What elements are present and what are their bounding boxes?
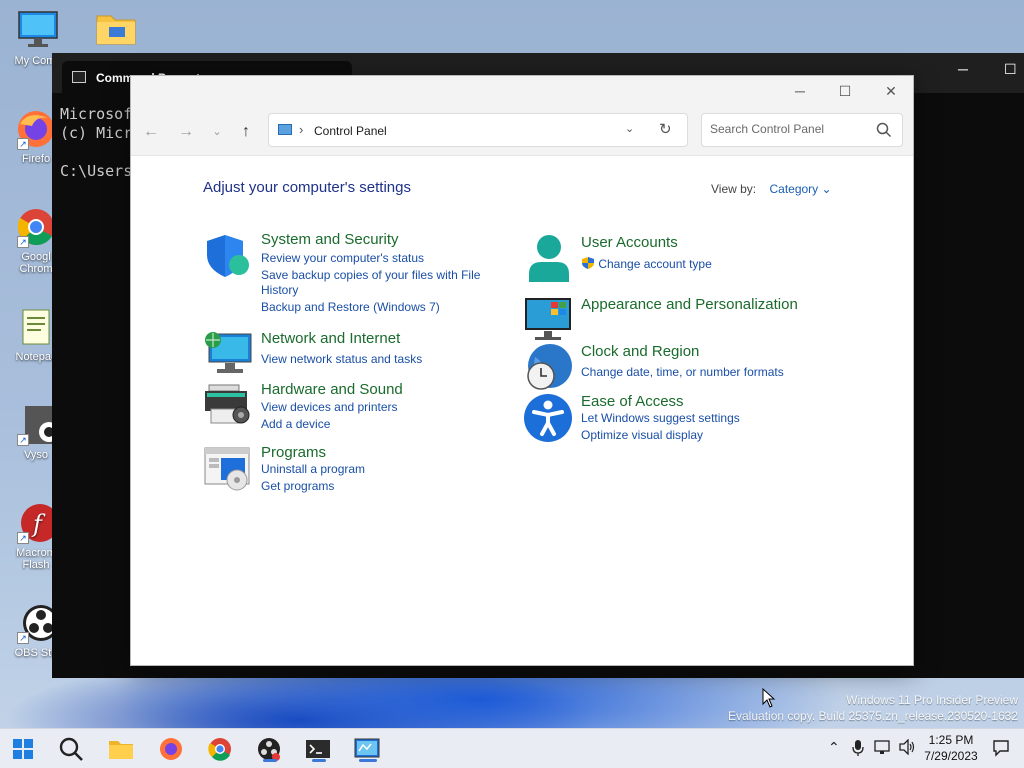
view-by-dropdown[interactable]: Category ⌄ [769,182,831,196]
close-button[interactable]: ✕ [876,80,906,102]
link-change-account-type[interactable]: Change account type [581,256,712,272]
address-path: Control Panel [314,124,387,138]
obs-icon[interactable] [255,735,285,763]
control-panel-icon [278,124,292,135]
search-icon[interactable] [876,122,892,141]
cmd-icon [72,71,86,83]
shortcut-arrow-icon: ↗ [17,434,29,446]
view-by-label: View by: [711,182,757,196]
address-dropdown-icon[interactable]: ⌄ [625,122,634,135]
link-backup-restore[interactable]: Backup and Restore (Windows 7) [261,300,440,315]
desktop-icon-folder[interactable] [84,10,148,55]
link-devices-printers[interactable]: View devices and printers [261,400,398,415]
accessibility-icon [523,393,573,443]
maximize-button[interactable]: ☐ [830,80,860,102]
shield-icon [203,231,253,281]
category-title[interactable]: User Accounts [581,234,678,251]
maximize-icon[interactable]: ☐ [1004,61,1017,78]
link-add-device[interactable]: Add a device [261,417,330,432]
category-title[interactable]: Clock and Region [581,343,699,360]
minimize-button[interactable]: ─ [785,80,815,102]
link-save-backup[interactable]: Save backup copies of your files with Fi… [261,268,480,283]
link-optimize-display[interactable]: Optimize visual display [581,428,703,443]
link-get-programs[interactable]: Get programs [261,479,334,494]
address-bar[interactable]: › Control Panel ⌄ ↻ [268,113,688,147]
category-title[interactable]: Ease of Access [581,393,684,410]
clock-date: 7/29/2023 [924,749,978,763]
clock-globe-icon [523,343,573,393]
minimize-icon[interactable]: ─ [958,61,968,77]
shortcut-arrow-icon: ↗ [17,138,29,150]
category-title[interactable]: Programs [261,444,326,461]
navigation-bar: ← → ⌄ ↑ › Control Panel ⌄ ↻ [131,106,913,156]
watermark-edition: Windows 11 Pro Insider Preview [846,693,1018,707]
link-network-status[interactable]: View network status and tasks [261,352,422,367]
link-review-status[interactable]: Review your computer's status [261,251,424,266]
chrome-icon: ↗ [15,206,57,248]
running-indicator [263,759,277,762]
category-title[interactable]: System and Security [261,231,399,248]
shortcut-arrow-icon: ↗ [17,532,29,544]
running-indicator [359,759,377,762]
taskbar: ⌃ 1:25 PM 7/29/2023 [0,728,1024,768]
uac-shield-icon [581,257,598,271]
microphone-icon[interactable] [852,739,864,760]
clock-time: 1:25 PM [928,733,974,747]
chrome-icon[interactable] [206,735,236,763]
chevron-up-icon[interactable]: ⌃ [828,739,840,756]
view-by-value: Category [769,182,819,196]
link-suggest-settings[interactable]: Let Windows suggest settings [581,411,740,426]
start-button[interactable] [9,735,39,763]
search-box[interactable] [701,113,903,147]
search-icon[interactable] [57,735,87,763]
notifications-icon[interactable] [992,739,1010,760]
shortcut-arrow-icon: ↗ [17,236,29,248]
up-arrow-icon[interactable]: ↑ [234,120,258,144]
network-globe-icon [203,330,253,380]
network-icon[interactable] [874,739,892,758]
user-icon [523,234,573,284]
watermark-build: Evaluation copy. Build 25375.zn_release.… [728,709,1018,723]
running-indicator [312,759,326,762]
refresh-icon[interactable]: ↻ [659,120,672,138]
category-title[interactable]: Hardware and Sound [261,381,403,398]
printer-icon [203,381,253,431]
control-panel-icon[interactable] [353,735,383,763]
chevron-down-icon: ⌄ [821,182,832,196]
vysor-icon: ↗ [15,404,59,446]
terminal-icon[interactable] [304,735,334,763]
obs-icon: ↗ [15,602,59,644]
flash-icon: f ↗ [15,502,59,544]
search-input[interactable] [710,122,870,136]
control-panel-window[interactable]: ─ ☐ ✕ ← → ⌄ ↑ › Control Panel ⌄ ↻ Adjust… [130,75,914,666]
link-text: Change account type [598,257,712,271]
firefox-icon: ↗ [15,108,57,150]
window-titlebar[interactable]: ─ ☐ ✕ [131,76,913,106]
monitor-icon [17,10,59,52]
link-uninstall[interactable]: Uninstall a program [261,462,365,477]
control-panel-content: Adjust your computer's settings View by:… [131,156,913,665]
link-save-backup-cont[interactable]: History [261,283,298,298]
recent-locations-chevron-icon[interactable]: ⌄ [205,120,229,144]
file-explorer-icon[interactable] [107,735,137,763]
shortcut-arrow-icon: ↗ [17,632,29,644]
volume-icon[interactable] [898,738,916,758]
link-date-time-formats[interactable]: Change date, time, or number formats [581,365,784,380]
notepad-icon [15,306,57,348]
folder-icon [95,10,137,52]
page-title: Adjust your computer's settings [203,179,411,196]
category-title[interactable]: Appearance and Personalization [581,296,798,313]
programs-icon [203,444,253,494]
system-clock[interactable]: 1:25 PM 7/29/2023 [920,732,982,764]
back-arrow-icon[interactable]: ← [139,120,163,144]
category-title[interactable]: Network and Internet [261,330,400,347]
breadcrumb-chevron-icon: › [299,122,304,137]
forward-arrow-icon[interactable]: → [174,120,198,144]
mouse-cursor-icon [762,687,776,711]
monitor-icon [523,296,573,346]
view-by: View by: Category ⌄ [711,182,832,196]
firefox-icon[interactable] [157,735,187,763]
